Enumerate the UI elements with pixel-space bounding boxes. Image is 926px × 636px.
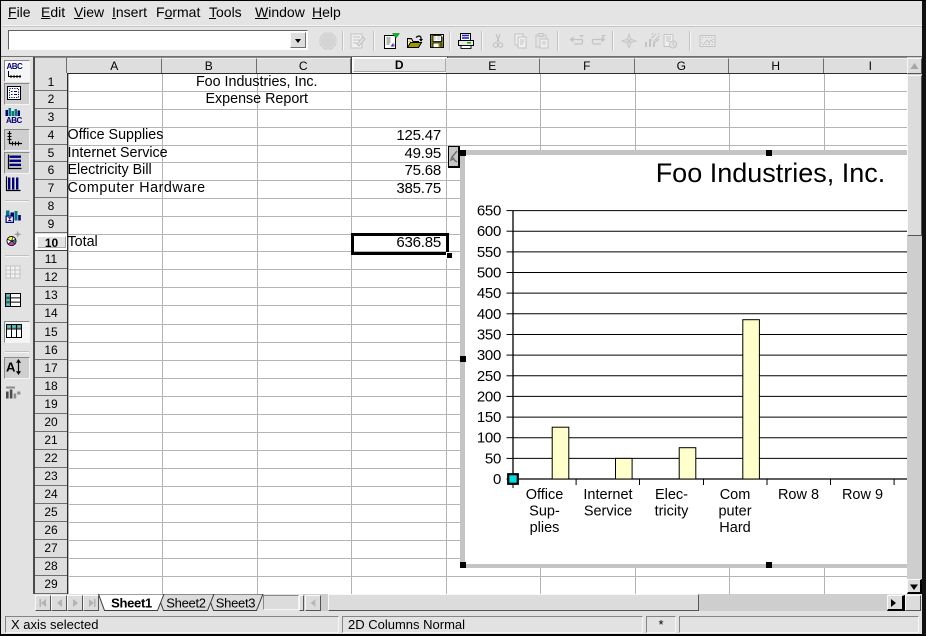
svg-text:Row 9: Row 9 <box>841 487 882 503</box>
svg-text:Row 8: Row 8 <box>777 487 818 503</box>
svg-text:Com: Com <box>719 487 750 503</box>
svg-text:Internet: Internet <box>583 487 632 503</box>
svg-text:A: A <box>6 360 16 375</box>
svg-text:Sheet2: Sheet2 <box>166 596 205 611</box>
svg-text:250: 250 <box>476 367 500 384</box>
svg-text:Office: Office <box>525 487 563 503</box>
svg-text:Foo Industries, Inc.: Foo Industries, Inc. <box>655 158 885 188</box>
svg-text:400: 400 <box>476 305 500 322</box>
svg-text:550: 550 <box>476 243 500 260</box>
svg-text:600: 600 <box>476 223 500 240</box>
svg-text:300: 300 <box>476 347 500 364</box>
svg-text:puter: puter <box>718 503 751 519</box>
svg-text:plies: plies <box>529 519 559 535</box>
svg-text:ABC: ABC <box>6 116 22 124</box>
svg-text:Service: Service <box>583 503 631 519</box>
svg-text:50: 50 <box>484 450 500 467</box>
svg-text:Hard: Hard <box>719 519 750 535</box>
svg-text:Sheet3: Sheet3 <box>216 596 255 611</box>
svg-text:450: 450 <box>476 285 500 302</box>
svg-text:500: 500 <box>476 264 500 281</box>
svg-text:200: 200 <box>476 388 500 405</box>
svg-text:Sheet1: Sheet1 <box>111 596 152 611</box>
svg-text:Sup-: Sup- <box>529 503 560 519</box>
svg-text:0: 0 <box>492 471 500 488</box>
svg-text:Elec-: Elec- <box>654 487 687 503</box>
svg-text:650: 650 <box>476 202 500 219</box>
svg-text:150: 150 <box>476 409 500 426</box>
svg-text:350: 350 <box>476 326 500 343</box>
svg-text:tricity: tricity <box>654 503 689 519</box>
svg-text:100: 100 <box>476 429 500 446</box>
svg-text:ABC: ABC <box>7 62 24 71</box>
